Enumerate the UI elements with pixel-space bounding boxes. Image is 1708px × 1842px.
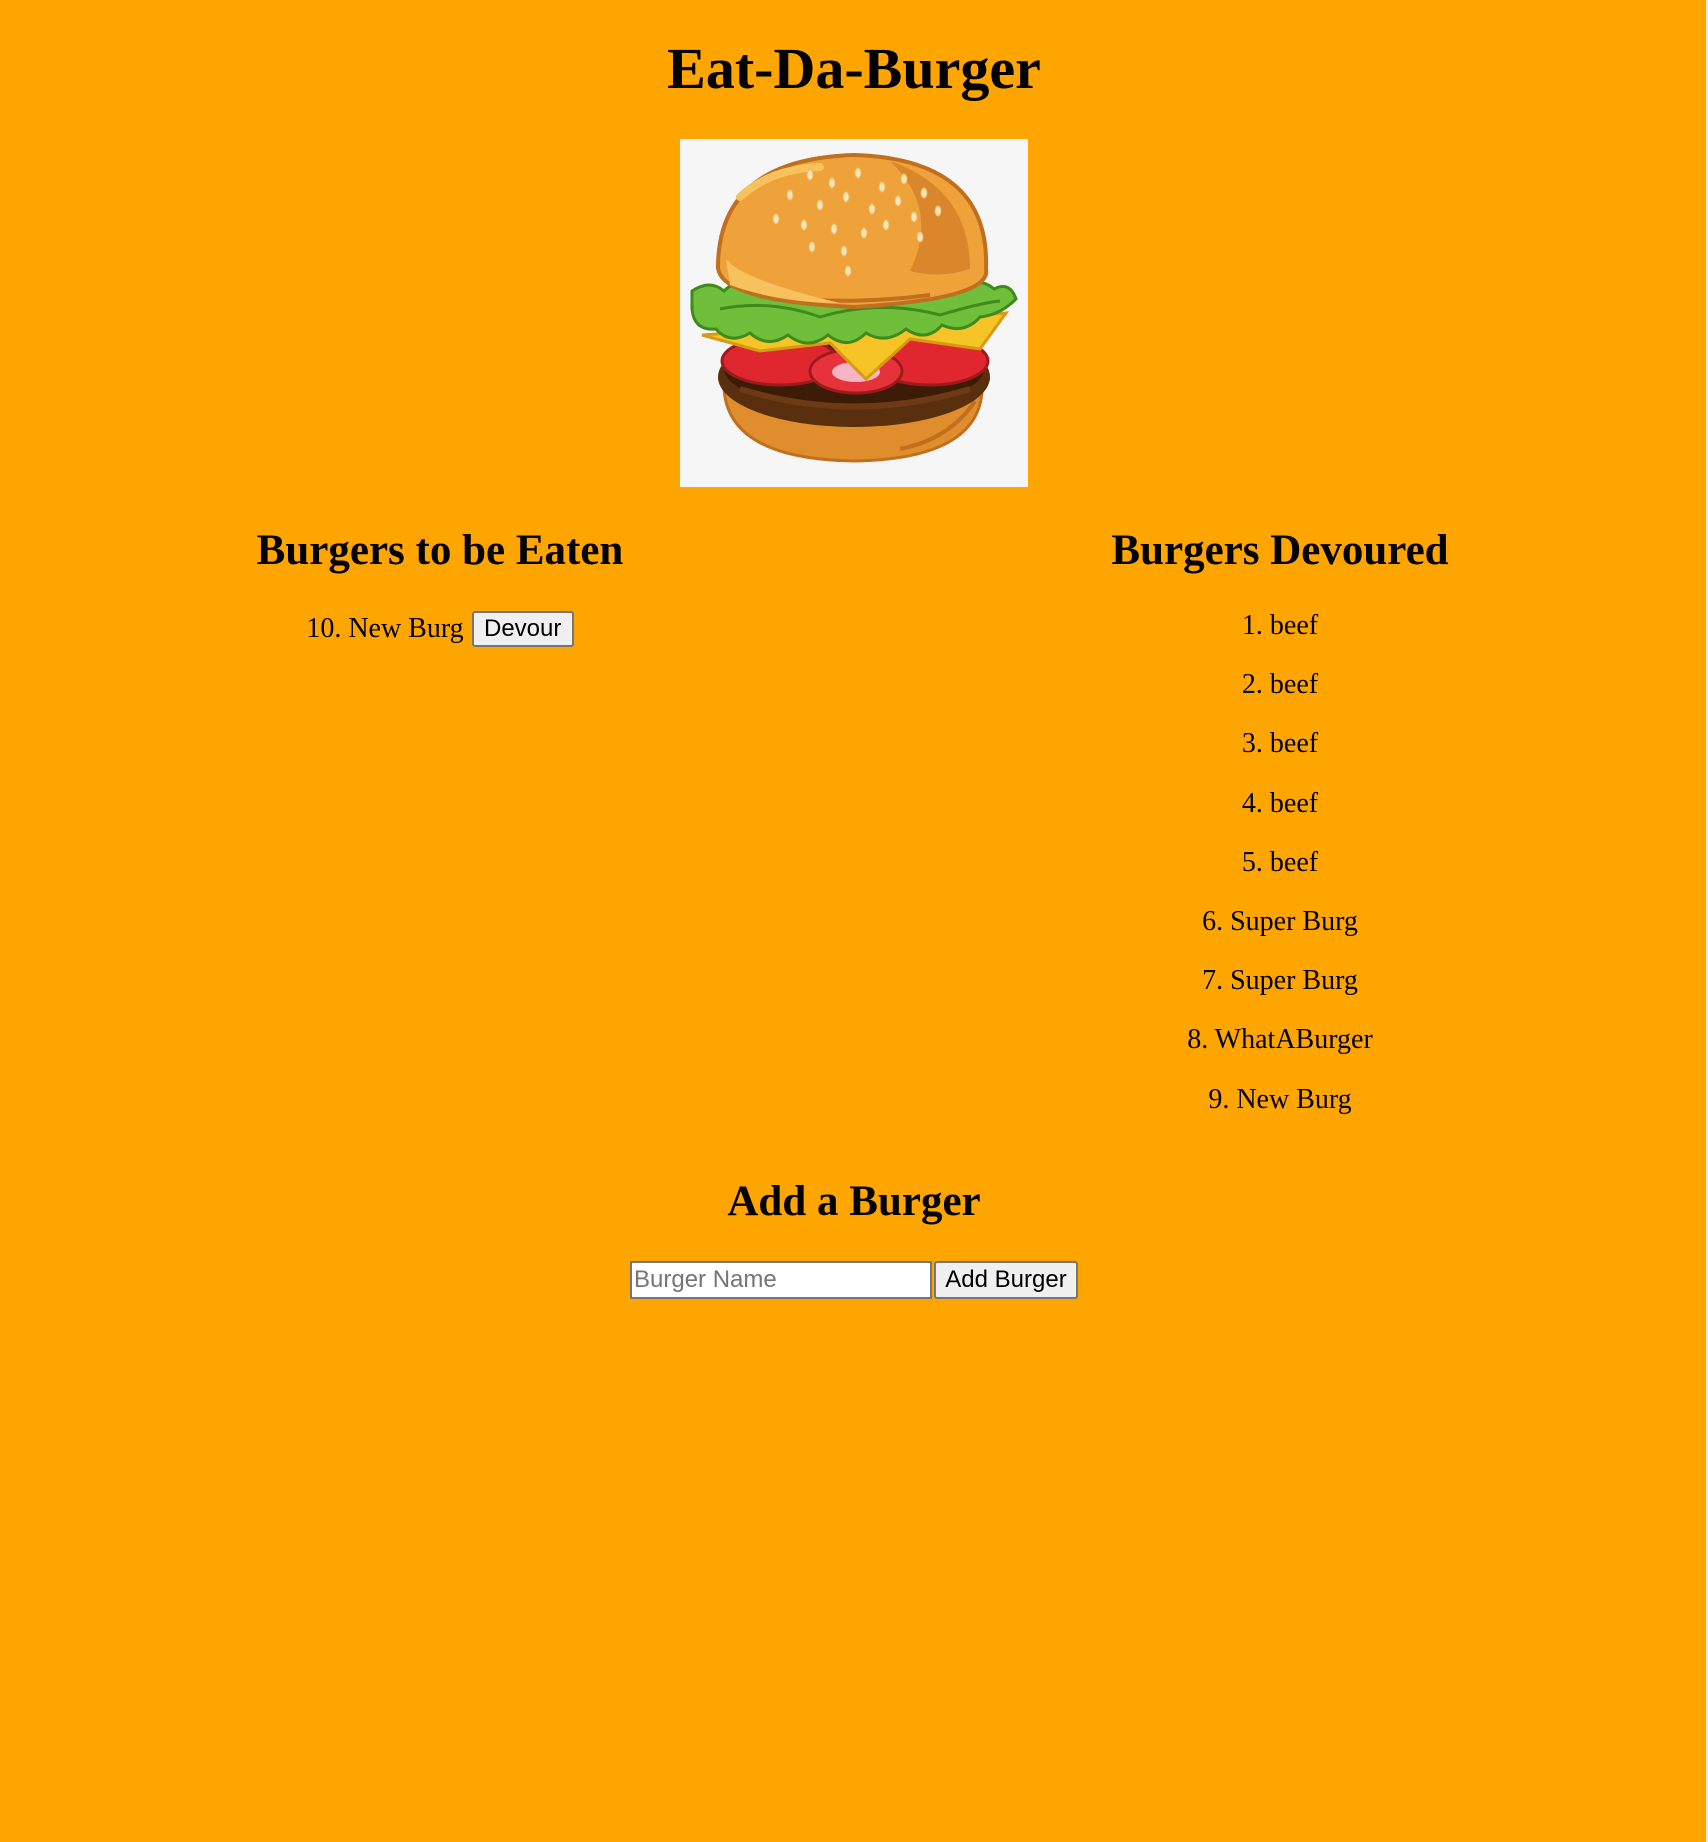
add-burger-form: Add Burger: [630, 1261, 1078, 1299]
burger-icon: [690, 152, 1018, 463]
burger-image: [680, 139, 1028, 487]
add-burger-button[interactable]: Add Burger: [934, 1261, 1078, 1299]
burger-name-input[interactable]: [630, 1261, 932, 1299]
devoured-list: 1. beef 2. beef 3. beef 4. beef 5. beef …: [1080, 604, 1480, 1137]
list-item: 6. Super Burg: [1202, 905, 1358, 937]
add-burger-heading: Add a Burger: [727, 1178, 981, 1225]
list-item: 2. beef: [1241, 669, 1319, 701]
to-eat-heading: Burgers to be Eaten: [256, 527, 624, 574]
page-title: Eat-Da-Burger: [667, 36, 1041, 101]
list-item: 4. beef: [1241, 787, 1319, 819]
list-item: 8. WhatABurger: [1187, 1024, 1373, 1056]
list-item: 7. Super Burg: [1202, 965, 1358, 997]
devour-button[interactable]: Devour: [471, 611, 574, 647]
list-item: 5. beef: [1241, 846, 1319, 878]
list-item: 9. New Burg: [1208, 1083, 1352, 1115]
list-item: 10. New Burg Devour: [240, 610, 640, 648]
list-item: 1. beef: [1241, 610, 1319, 641]
list-item: 3. beef: [1241, 728, 1319, 760]
burger-name: 10. New Burg: [306, 613, 464, 644]
devoured-heading: Burgers Devoured: [1111, 527, 1449, 574]
